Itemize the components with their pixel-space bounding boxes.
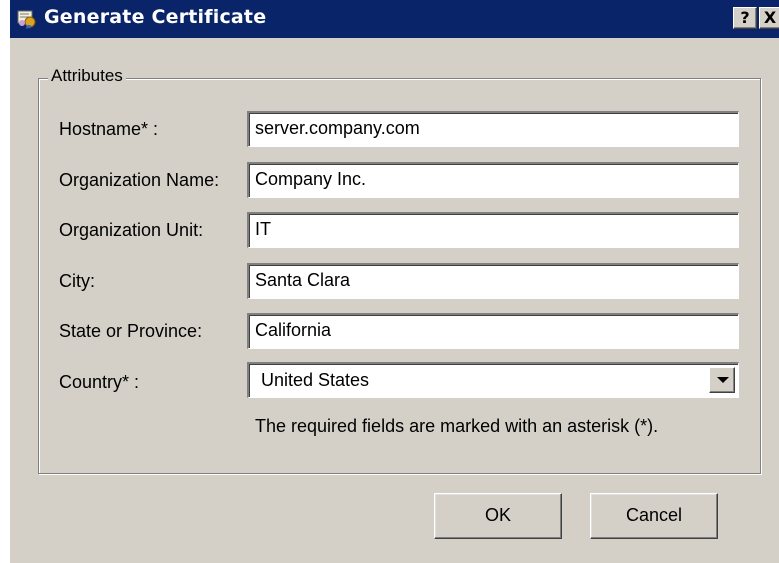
help-button[interactable]: ? bbox=[733, 7, 757, 29]
state-province-input[interactable]: California bbox=[247, 313, 739, 349]
ok-button[interactable]: OK bbox=[434, 493, 562, 539]
country-select[interactable]: United States bbox=[247, 362, 739, 398]
organization-name-input[interactable]: Company Inc. bbox=[247, 162, 739, 198]
title-bar[interactable]: Generate Certificate ? X bbox=[10, 0, 779, 38]
required-fields-hint: The required fields are marked with an a… bbox=[255, 416, 659, 436]
attributes-legend: Attributes bbox=[48, 66, 126, 86]
hostname-input[interactable]: server.company.com bbox=[247, 111, 739, 147]
close-button[interactable]: X bbox=[759, 7, 779, 29]
organization-name-label: Organization Name: bbox=[59, 170, 220, 190]
certificate-icon bbox=[17, 10, 36, 29]
country-selected-value: United States bbox=[261, 370, 370, 390]
chevron-down-icon[interactable] bbox=[709, 367, 735, 393]
generate-certificate-dialog: Generate Certificate ? X Attributes Host… bbox=[10, 0, 779, 563]
city-input[interactable]: Santa Clara bbox=[247, 263, 739, 299]
state-province-label: State or Province: bbox=[59, 321, 203, 341]
country-label: Country* : bbox=[59, 372, 140, 392]
cancel-button[interactable]: Cancel bbox=[590, 493, 718, 539]
organization-unit-input[interactable]: IT bbox=[247, 212, 739, 248]
window-title: Generate Certificate bbox=[44, 6, 267, 28]
organization-unit-label: Organization Unit: bbox=[59, 220, 204, 240]
hostname-label: Hostname* : bbox=[59, 119, 159, 139]
city-label: City: bbox=[59, 271, 95, 291]
